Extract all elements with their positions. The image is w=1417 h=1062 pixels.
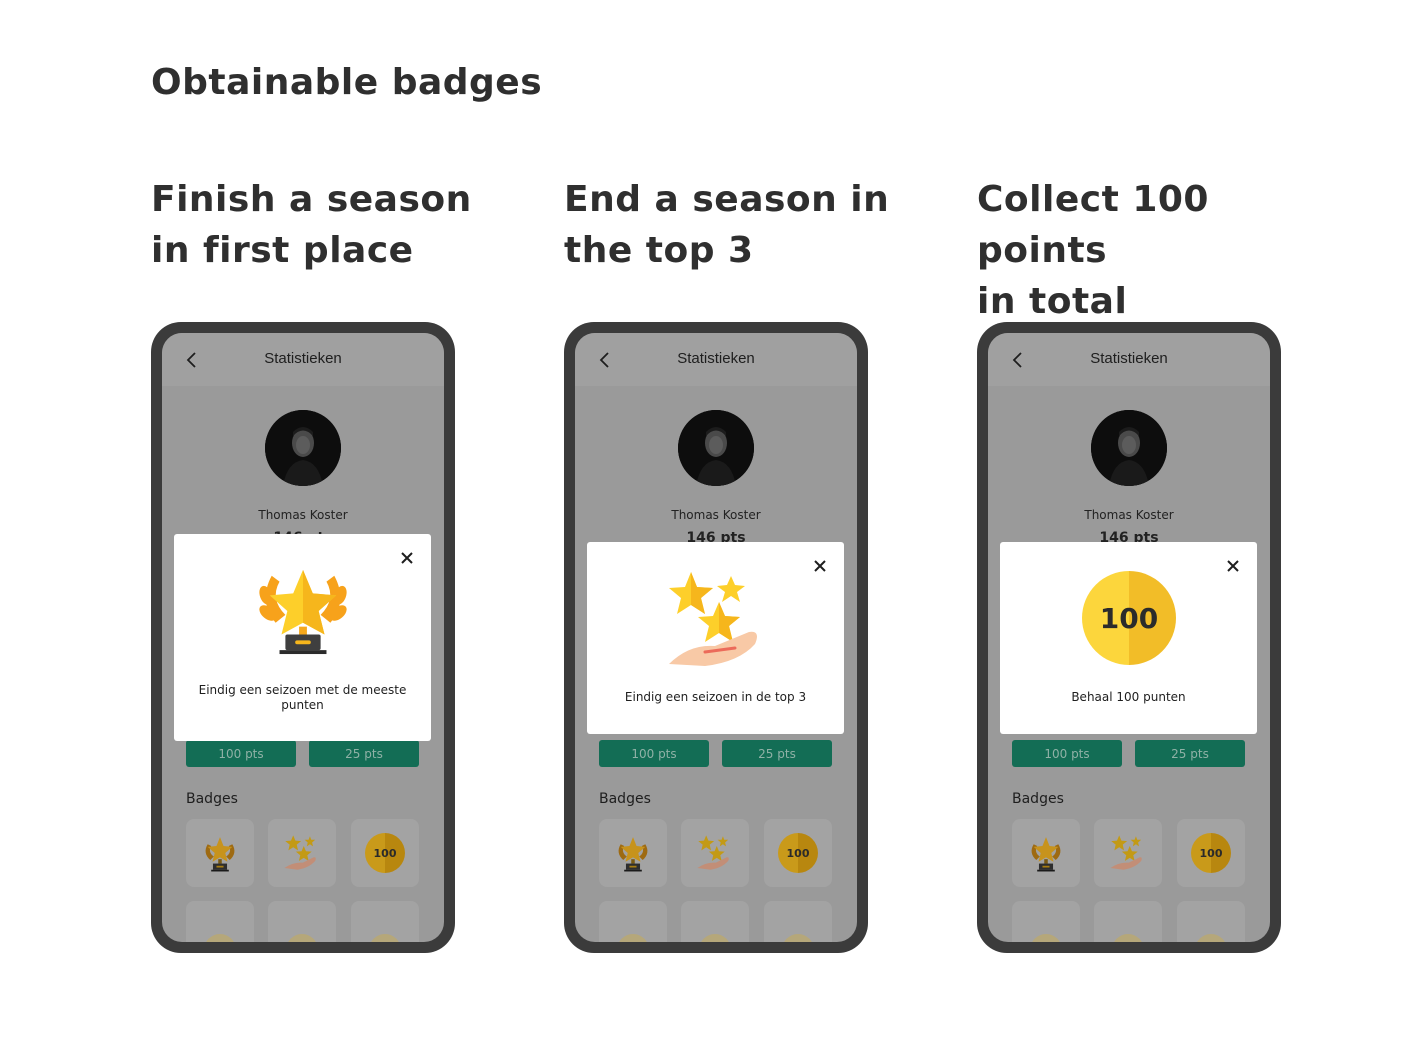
coin-200-icon: 200	[204, 934, 236, 942]
app-screen: Statistieken Thomas Koster 146 pts 100 p…	[988, 333, 1270, 942]
avatar	[678, 410, 754, 486]
stat-button-points[interactable]: 100 pts	[599, 740, 709, 767]
coin-500-icon: 500	[1112, 934, 1144, 942]
hand-stars-icon	[1110, 835, 1142, 870]
app-screen: Statistieken Thomas Koster 146 pts 100 p…	[575, 333, 857, 942]
stat-button-points[interactable]: 100 pts	[1012, 740, 1122, 767]
badge-title-100-points: Collect 100 points in total	[977, 174, 1337, 327]
badge-title-line-1: End a season in	[564, 179, 890, 220]
coin-500-icon: 500	[286, 934, 318, 942]
badge-description: Behaal 100 punten	[1071, 690, 1186, 704]
coin-1000-icon: 1000	[369, 934, 401, 942]
badge-tile-200[interactable]: 200	[599, 901, 667, 942]
badge-tile-100[interactable]: 100	[764, 819, 832, 887]
badge-title-first-place: Finish a season in first place	[151, 174, 491, 276]
coin-1000-icon: 1000	[782, 934, 814, 942]
trophy-laurel-icon	[1031, 837, 1061, 872]
badge-title-line-1: Collect 100 points	[977, 179, 1209, 271]
badge-tile-1000[interactable]: 1000	[1177, 901, 1245, 942]
badge-title-top-3: End a season in the top 3	[564, 174, 904, 276]
badge-tile-stars-hand[interactable]	[268, 819, 336, 887]
badge-tile-trophy[interactable]	[599, 819, 667, 887]
phone-mockup-top-3: Statistieken Thomas Koster 146 pts 100 p…	[564, 322, 868, 953]
badge-tile-1000[interactable]: 1000	[351, 901, 419, 942]
badge-tile-100[interactable]: 100	[1177, 819, 1245, 887]
trophy-laurel-icon	[618, 837, 648, 872]
badge-title-line-2: in first place	[151, 230, 414, 271]
page-title: Obtainable badges	[151, 62, 543, 103]
avatar	[265, 410, 341, 486]
coin-200-icon: 200	[1030, 934, 1062, 942]
phone-mockup-100-points: Statistieken Thomas Koster 146 pts 100 p…	[977, 322, 1281, 953]
badge-description: Eindig een seizoen in de top 3	[624, 690, 807, 704]
app-header: Statistieken	[162, 333, 444, 386]
trophy-laurel-icon	[259, 569, 347, 655]
stat-button-bonus[interactable]: 25 pts	[1135, 740, 1245, 767]
stat-button-points[interactable]: 100 pts	[186, 740, 296, 767]
badge-tile-stars-hand[interactable]	[681, 819, 749, 887]
badge-tile-1000[interactable]: 1000	[764, 901, 832, 942]
hand-stars-icon	[697, 835, 729, 870]
header-title: Statistieken	[677, 350, 755, 367]
trophy-laurel-icon	[205, 837, 235, 872]
close-icon[interactable]	[401, 552, 413, 564]
badge-tile-100[interactable]: 100	[351, 819, 419, 887]
coin-100-icon: 100	[1191, 833, 1231, 873]
avatar	[1091, 410, 1167, 486]
app-header: Statistieken	[575, 333, 857, 386]
badge-tile-stars-hand[interactable]	[1094, 819, 1162, 887]
badge-modal: 100 Behaal 100 punten	[1000, 542, 1257, 734]
phone-mockup-first-place: Statistieken Thomas Koster 146 pts 100 p…	[151, 322, 455, 953]
header-title: Statistieken	[1090, 350, 1168, 367]
coin-100-icon: 100	[778, 833, 818, 873]
badge-title-line-2: the top 3	[564, 230, 754, 271]
coin-1000-icon: 1000	[1195, 934, 1227, 942]
close-icon[interactable]	[1227, 560, 1239, 572]
badge-tile-trophy[interactable]	[186, 819, 254, 887]
badge-modal: Eindig een seizoen met de meeste punten	[174, 534, 431, 741]
badge-modal: Eindig een seizoen in de top 3	[587, 542, 844, 734]
badges-heading: Badges	[599, 791, 651, 807]
badge-tile-500[interactable]: 500	[1094, 901, 1162, 942]
coin-100-icon: 100	[365, 833, 405, 873]
hand-stars-icon	[669, 572, 757, 666]
coin-200-icon: 200	[617, 934, 649, 942]
header-title: Statistieken	[264, 350, 342, 367]
badges-heading: Badges	[1012, 791, 1064, 807]
stat-button-bonus[interactable]: 25 pts	[309, 740, 419, 767]
badge-tile-trophy[interactable]	[1012, 819, 1080, 887]
hand-stars-icon	[284, 835, 316, 870]
badge-tile-500[interactable]: 500	[681, 901, 749, 942]
coin-500-icon: 500	[699, 934, 731, 942]
app-screen: Statistieken Thomas Koster 146 pts 100 p…	[162, 333, 444, 942]
badge-tile-200[interactable]: 200	[1012, 901, 1080, 942]
coin-100-icon: 100	[1082, 571, 1176, 665]
badge-tile-200[interactable]: 200	[186, 901, 254, 942]
stat-button-bonus[interactable]: 25 pts	[722, 740, 832, 767]
badge-title-line-1: Finish a season	[151, 179, 472, 220]
badge-tile-500[interactable]: 500	[268, 901, 336, 942]
badges-heading: Badges	[186, 791, 238, 807]
close-icon[interactable]	[814, 560, 826, 572]
app-header: Statistieken	[988, 333, 1270, 386]
user-name: Thomas Koster	[258, 508, 348, 522]
user-name: Thomas Koster	[1084, 508, 1174, 522]
badge-description: Eindig een seizoen met de meeste punten	[198, 683, 407, 712]
user-name: Thomas Koster	[671, 508, 761, 522]
badge-title-line-2: in total	[977, 281, 1128, 322]
